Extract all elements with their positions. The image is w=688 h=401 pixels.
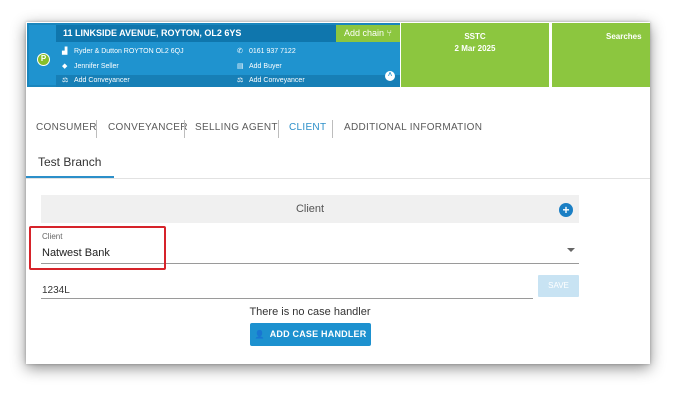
phone-icon: ✆	[237, 48, 243, 55]
reference-input-underline	[41, 298, 533, 299]
add-conveyancer-right-label: Add Conveyancer	[249, 77, 305, 84]
office-icon: ▟	[62, 48, 68, 55]
contacts-row: ▟ Ryder & Dutton ROYTON OL2 6QJ ✆ 0161 937…	[56, 42, 400, 75]
add-client-button[interactable]: +	[559, 203, 573, 217]
seller-line[interactable]: ◆ Jennifer Seller	[62, 62, 119, 71]
tab-bar-divider	[26, 178, 650, 179]
branch-icon: ⑂	[386, 28, 392, 38]
tab-selling-agent[interactable]: SELLING AGENT	[195, 118, 278, 138]
property-address: 11 LINKSIDE AVENUE, ROYTON, OL2 6YS	[63, 28, 242, 38]
tab-divider	[96, 120, 97, 138]
property-details: 11 LINKSIDE AVENUE, ROYTON, OL2 6YS Add …	[56, 25, 400, 87]
add-buyer-label: Add Buyer	[249, 63, 282, 70]
cart-icon: ▤	[237, 63, 244, 70]
status-label: SSTC	[464, 32, 486, 41]
tab-conveyancer[interactable]: CONVEYANCER	[108, 118, 188, 138]
tab-consumer[interactable]: CONSUMER	[36, 118, 97, 138]
no-case-handler-text: There is no case handler	[249, 306, 371, 318]
add-chain-button[interactable]: Add chain ⑂	[336, 25, 400, 42]
seller-name: Jennifer Seller	[74, 63, 119, 70]
agent-name: Ryder & Dutton ROYTON OL2 6QJ	[74, 48, 184, 55]
add-chain-label: Add chain	[344, 28, 385, 38]
property-summary: P 11 LINKSIDE AVENUE, ROYTON, OL2 6YS Ad…	[27, 23, 400, 87]
save-button[interactable]: SAVE	[538, 275, 579, 297]
property-badge: P	[37, 53, 50, 66]
app-window: P 11 LINKSIDE AVENUE, ROYTON, OL2 6YS Ad…	[26, 22, 650, 364]
chevron-down-icon[interactable]	[567, 248, 575, 252]
add-case-handler-button[interactable]: 👤 ADD CASE HANDLER	[250, 323, 371, 346]
phone-number: 0161 937 7122	[249, 48, 296, 55]
chevron-up-icon[interactable]: ˄	[385, 71, 395, 81]
status-date: 2 Mar 2025	[454, 44, 496, 53]
agent-line[interactable]: ▟ Ryder & Dutton ROYTON OL2 6QJ	[62, 47, 184, 56]
highlight-box	[29, 226, 166, 270]
reference-input[interactable]: 1234L	[42, 284, 70, 298]
tab-test-branch[interactable]: Test Branch	[38, 154, 101, 170]
tab-divider	[184, 120, 185, 138]
scales-icon: ⚖	[62, 77, 69, 84]
scales-icon: ⚖	[237, 77, 244, 84]
tag-icon: ◆	[62, 63, 68, 70]
add-case-handler-label: ADD CASE HANDLER	[269, 329, 367, 339]
tab-client[interactable]: CLIENT	[289, 118, 326, 138]
tab-additional-information[interactable]: ADDITIONAL INFORMATION	[344, 118, 482, 138]
status-panel[interactable]: SSTC 2 Mar 2025	[401, 23, 549, 87]
add-conveyancer-right-link[interactable]: ⚖ Add Conveyancer	[237, 76, 305, 85]
tab-divider	[332, 120, 333, 138]
client-section-header: Client	[41, 195, 579, 223]
add-buyer-link[interactable]: ▤ Add Buyer	[237, 62, 282, 71]
searches-label: Searches	[606, 32, 642, 41]
conveyancer-row: ⚖ Add Conveyancer ⚖ Add Conveyancer	[56, 75, 400, 87]
tab-divider	[278, 120, 279, 138]
address-row: 11 LINKSIDE AVENUE, ROYTON, OL2 6YS Add …	[56, 25, 400, 42]
user-icon: 👤	[254, 330, 265, 339]
add-conveyancer-left-label: Add Conveyancer	[74, 77, 130, 84]
property-banner: P 11 LINKSIDE AVENUE, ROYTON, OL2 6YS Ad…	[26, 22, 650, 88]
phone-line[interactable]: ✆ 0161 937 7122	[237, 47, 296, 56]
add-conveyancer-left-link[interactable]: ⚖ Add Conveyancer	[62, 76, 130, 85]
section-tabs: CONSUMER CONVEYANCER SELLING AGENT CLIEN…	[26, 118, 650, 138]
searches-panel[interactable]: Searches	[552, 23, 650, 87]
